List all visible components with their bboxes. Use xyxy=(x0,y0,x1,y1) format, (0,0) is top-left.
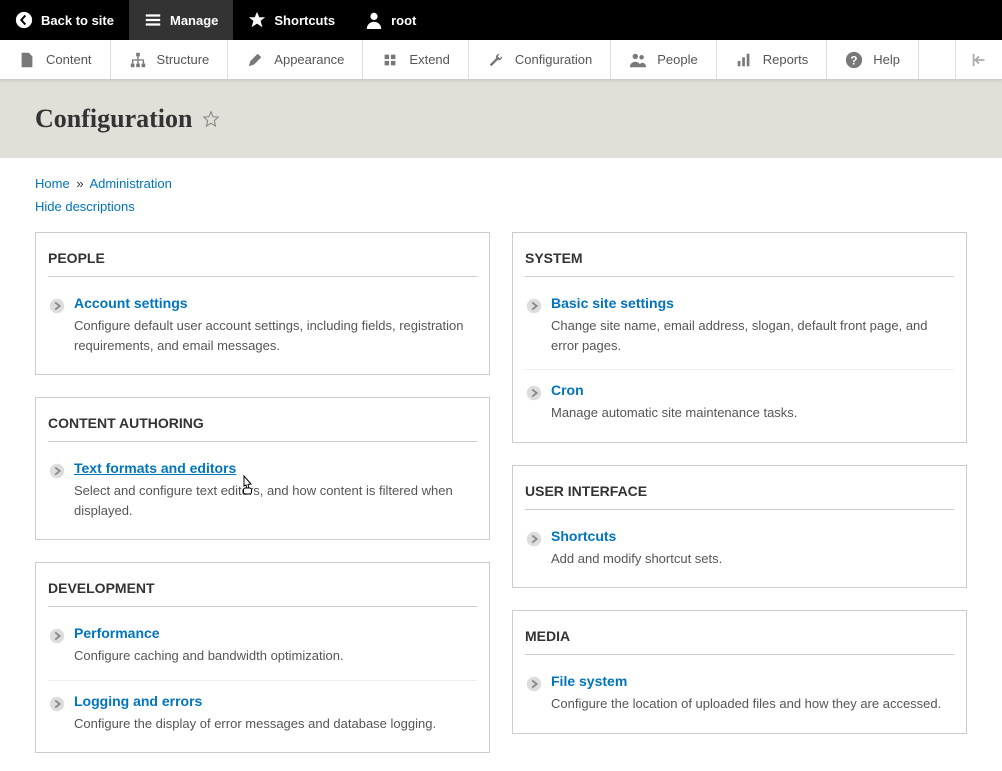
user-button[interactable]: root xyxy=(350,0,431,40)
panel-item: File system Configure the location of up… xyxy=(525,661,954,728)
breadcrumb: Home » Administration xyxy=(35,176,967,191)
chevron-right-icon xyxy=(48,695,66,713)
item-description: Change site name, email address, slogan,… xyxy=(551,316,954,355)
panel-title: Content Authoring xyxy=(48,408,477,442)
hide-descriptions-link[interactable]: Hide descriptions xyxy=(35,199,135,214)
item-description: Configure default user account settings,… xyxy=(74,316,477,355)
panel-system: System Basic site settings Change site n… xyxy=(512,232,967,443)
panel-media: Media File system Configure the location… xyxy=(512,610,967,734)
favorite-star-icon[interactable] xyxy=(202,110,220,128)
panel-development: Development Performance Configure cachin… xyxy=(35,562,490,753)
panel-user-interface: User Interface Shortcuts Add and modify … xyxy=(512,465,967,589)
menu-extend[interactable]: Extend xyxy=(363,40,468,79)
chevron-right-icon xyxy=(48,462,66,480)
panel-item: Performance Configure caching and bandwi… xyxy=(48,613,477,681)
chevron-right-icon xyxy=(525,675,543,693)
shortcuts-link[interactable]: Shortcuts xyxy=(551,528,616,544)
help-icon: ? xyxy=(845,51,863,69)
svg-text:?: ? xyxy=(851,54,858,67)
basic-site-settings-link[interactable]: Basic site settings xyxy=(551,295,674,311)
panel-item: Text formats and editors Select and conf… xyxy=(48,448,477,534)
chevron-right-icon xyxy=(48,297,66,315)
top-toolbar: Back to site Manage Shortcuts root xyxy=(0,0,1002,40)
logging-errors-link[interactable]: Logging and errors xyxy=(74,693,202,709)
item-description: Select and configure text editors, and h… xyxy=(74,481,477,520)
admin-menu: Content Structure Appearance Extend Conf… xyxy=(0,40,1002,80)
content-area: Home » Administration Hide descriptions … xyxy=(0,158,1002,771)
menu-structure[interactable]: Structure xyxy=(111,40,229,79)
chevron-right-icon xyxy=(48,627,66,645)
user-icon xyxy=(365,11,383,29)
structure-icon xyxy=(129,51,147,69)
back-icon xyxy=(15,11,33,29)
back-to-site-button[interactable]: Back to site xyxy=(0,0,129,40)
panel-title: User Interface xyxy=(525,476,954,510)
performance-link[interactable]: Performance xyxy=(74,625,160,641)
panel-title: System xyxy=(525,243,954,277)
appearance-icon xyxy=(246,51,264,69)
panel-item: Basic site settings Change site name, em… xyxy=(525,283,954,370)
account-settings-link[interactable]: Account settings xyxy=(74,295,188,311)
item-description: Manage automatic site maintenance tasks. xyxy=(551,403,954,423)
menu-configuration[interactable]: Configuration xyxy=(469,40,611,79)
breadcrumb-admin[interactable]: Administration xyxy=(89,176,171,191)
star-icon xyxy=(248,11,266,29)
shortcuts-label: Shortcuts xyxy=(274,13,335,28)
chevron-right-icon xyxy=(525,297,543,315)
breadcrumb-separator: » xyxy=(76,176,83,191)
manage-icon xyxy=(144,11,162,29)
file-system-link[interactable]: File system xyxy=(551,673,627,689)
menu-help[interactable]: ? Help xyxy=(827,40,919,79)
chevron-right-icon xyxy=(525,384,543,402)
left-column: People Account settings Configure defaul… xyxy=(35,232,490,753)
shortcuts-button[interactable]: Shortcuts xyxy=(233,0,350,40)
page-title: Configuration xyxy=(35,104,978,134)
cron-link[interactable]: Cron xyxy=(551,382,584,398)
manage-button[interactable]: Manage xyxy=(129,0,233,40)
collapse-icon xyxy=(970,51,988,69)
extend-icon xyxy=(381,51,399,69)
panel-title: People xyxy=(48,243,477,277)
item-description: Add and modify shortcut sets. xyxy=(551,549,954,569)
menu-appearance[interactable]: Appearance xyxy=(228,40,363,79)
cursor-pointer-icon xyxy=(239,475,257,497)
panel-title: Media xyxy=(525,621,954,655)
panel-content-authoring: Content Authoring Text formats and edito… xyxy=(35,397,490,540)
people-icon xyxy=(629,51,647,69)
wrench-icon xyxy=(487,51,505,69)
panel-item: Account settings Configure default user … xyxy=(48,283,477,369)
manage-label: Manage xyxy=(170,13,218,28)
reports-icon xyxy=(735,51,753,69)
user-label: root xyxy=(391,13,416,28)
panel-item: Logging and errors Configure the display… xyxy=(48,681,477,748)
item-description: Configure the display of error messages … xyxy=(74,714,477,734)
breadcrumb-home[interactable]: Home xyxy=(35,176,70,191)
file-icon xyxy=(18,51,36,69)
menu-people[interactable]: People xyxy=(611,40,716,79)
item-description: Configure caching and bandwidth optimiza… xyxy=(74,646,477,666)
item-description: Configure the location of uploaded files… xyxy=(551,694,954,714)
back-label: Back to site xyxy=(41,13,114,28)
page-header: Configuration xyxy=(0,80,1002,158)
panel-title: Development xyxy=(48,573,477,607)
menu-reports[interactable]: Reports xyxy=(717,40,828,79)
chevron-right-icon xyxy=(525,530,543,548)
hide-descriptions: Hide descriptions xyxy=(35,199,967,214)
menu-content[interactable]: Content xyxy=(0,40,111,79)
menu-collapse-button[interactable] xyxy=(955,40,1002,79)
panel-people: People Account settings Configure defaul… xyxy=(35,232,490,375)
right-column: System Basic site settings Change site n… xyxy=(512,232,967,734)
panel-item: Cron Manage automatic site maintenance t… xyxy=(525,370,954,437)
text-formats-link[interactable]: Text formats and editors xyxy=(74,460,236,476)
panel-item: Shortcuts Add and modify shortcut sets. xyxy=(525,516,954,583)
